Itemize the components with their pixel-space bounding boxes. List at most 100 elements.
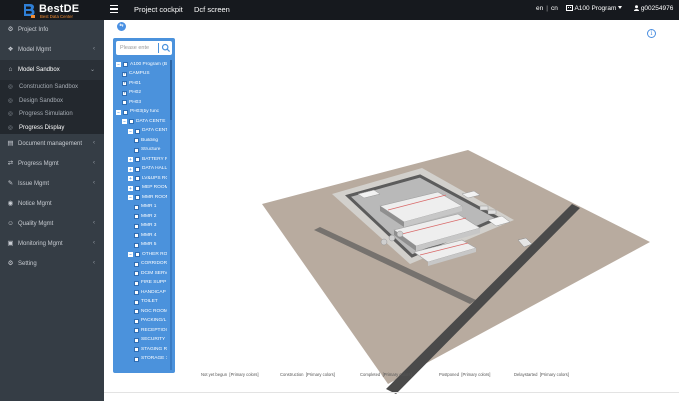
tree-row[interactable]: MMR 4 <box>134 231 167 241</box>
tree-checkbox[interactable] <box>134 138 139 143</box>
tree-checkbox[interactable] <box>135 166 140 172</box>
tree-checkbox[interactable] <box>134 242 139 248</box>
tree-checkbox[interactable] <box>135 185 140 191</box>
tree-checkbox[interactable] <box>134 347 139 352</box>
tree-scrollbar[interactable] <box>170 60 172 370</box>
program-selector[interactable]: A100 Program <box>566 5 623 12</box>
collapse-icon[interactable]: − <box>122 119 127 124</box>
sidebar-item-monitoring-mgmt[interactable]: ▣ Monitoring Mgmt ‹ <box>0 234 104 254</box>
expand-icon[interactable]: + <box>128 166 133 172</box>
tree-row[interactable]: MMR 2 <box>134 212 167 222</box>
sidebar-subitem-progress-display[interactable]: ◎ Progress Display <box>0 120 104 134</box>
tree-scrollbar-thumb[interactable] <box>170 60 172 120</box>
info-icon[interactable]: i <box>647 29 656 38</box>
collapse-icon[interactable]: − <box>116 109 121 115</box>
tree-checkbox[interactable] <box>134 223 139 229</box>
tree-checkbox[interactable] <box>135 195 140 200</box>
sidebar-item-issue-mgmt[interactable]: ✎ Issue Mgmt ‹ <box>0 174 104 194</box>
user-menu[interactable]: g00254976 <box>634 5 673 12</box>
tree-checkbox[interactable] <box>123 109 128 115</box>
lang-cn[interactable]: cn <box>551 5 558 12</box>
tree-row[interactable]: + LV&UPS RO <box>128 174 167 184</box>
tree-row[interactable]: Building <box>134 136 167 146</box>
tree-row[interactable]: STORAGE 1 <box>134 355 167 365</box>
sidebar-item-progress-mgmt[interactable]: ⇄ Progress Mgmt ‹ <box>0 154 104 174</box>
tree-row[interactable]: TOILET <box>134 298 167 308</box>
tree-row[interactable]: + MEP ROOM <box>128 184 167 194</box>
tree-row[interactable]: PH03 <box>122 98 167 108</box>
tree-row[interactable]: CORRIDOR <box>134 260 167 270</box>
collapse-icon[interactable]: − <box>128 195 133 200</box>
tree-row[interactable]: + BATTERY R( <box>128 155 167 165</box>
tree-checkbox[interactable] <box>134 214 139 219</box>
tree-checkbox[interactable] <box>134 280 139 286</box>
sidebar-item-project-info[interactable]: ⚙ Project Info <box>0 20 104 40</box>
expand-icon[interactable]: + <box>128 185 133 191</box>
collapse-icon[interactable]: − <box>128 252 133 257</box>
tree-checkbox[interactable] <box>134 318 139 324</box>
tree-checkbox[interactable] <box>134 290 139 295</box>
tree-checkbox[interactable] <box>134 271 139 276</box>
tree-checkbox[interactable] <box>135 252 140 257</box>
tree-row[interactable]: PH01 <box>122 79 167 89</box>
expand-icon[interactable]: + <box>128 157 133 162</box>
sidebar-subitem-construction-sandbox[interactable]: ◎ Construction Sandbox <box>0 80 104 94</box>
brand-logo[interactable]: BestDE Best Data Center <box>22 2 84 19</box>
tree-toggle-icon[interactable]: ⇆ <box>116 21 127 32</box>
sidebar-item-notice-mgmt[interactable]: ◉ Notice Mgmt <box>0 194 104 214</box>
tree-row[interactable]: − OTHER ROC <box>128 250 167 260</box>
tree-row[interactable]: MMR 1 <box>134 203 167 213</box>
tree-row[interactable]: RECEPTIOI <box>134 326 167 336</box>
tree-checkbox[interactable] <box>135 128 140 134</box>
tree-checkbox[interactable] <box>134 309 139 314</box>
sidebar-item-model-sandbox[interactable]: ⌂ Model Sandbox ⌄ <box>0 60 104 80</box>
tree-row[interactable]: PACKING/L <box>134 317 167 327</box>
tree-checkbox[interactable] <box>122 81 127 86</box>
tree-row[interactable]: PH02 <box>122 89 167 99</box>
tree-row[interactable]: HANDICAP <box>134 288 167 298</box>
tree-row[interactable]: − PH03(by func <box>116 108 167 118</box>
hamburger-menu-icon[interactable] <box>110 5 118 14</box>
tree-row[interactable]: DCIM SERV <box>134 269 167 279</box>
tree-checkbox[interactable] <box>122 100 127 105</box>
tree-checkbox[interactable] <box>129 119 134 124</box>
sidebar-subitem-design-sandbox[interactable]: ◎ Design Sandbox <box>0 93 104 107</box>
tree-row[interactable]: Structure <box>134 146 167 156</box>
tree-checkbox[interactable] <box>135 157 140 162</box>
collapse-icon[interactable]: − <box>116 62 121 67</box>
tree-row[interactable]: − DATA CENTI <box>128 127 167 137</box>
search-icon[interactable] <box>161 43 171 53</box>
tree-checkbox[interactable] <box>135 176 140 181</box>
tree-checkbox[interactable] <box>122 71 127 77</box>
sidebar-subitem-progress-simulation[interactable]: ◎ Progress Simulation <box>0 107 104 121</box>
tree-checkbox[interactable] <box>134 233 139 238</box>
site-3d-model[interactable] <box>262 148 652 398</box>
tree-checkbox[interactable] <box>134 337 139 343</box>
tree-checkbox[interactable] <box>134 328 139 333</box>
tree-row[interactable]: FIRE SUPP <box>134 279 167 289</box>
tree-row[interactable]: − DATA CENTE <box>122 117 167 127</box>
tree-row[interactable]: SECURITY <box>134 336 167 346</box>
tree-row[interactable]: NOC ROOM <box>134 307 167 317</box>
collapse-icon[interactable]: − <box>128 128 133 134</box>
tree-row[interactable]: + DATA HALL <box>128 165 167 175</box>
lang-en[interactable]: en <box>536 5 543 12</box>
tree-checkbox[interactable] <box>134 356 139 362</box>
sidebar-item-setting[interactable]: ⚙ Setting ‹ <box>0 254 104 274</box>
tree-checkbox[interactable] <box>122 90 127 96</box>
tree-checkbox[interactable] <box>134 204 139 210</box>
sidebar-item-model-mgmt[interactable]: ❖ Model Mgmt ‹ <box>0 40 104 60</box>
sidebar-item-document-management[interactable]: ▤ Document management ‹ <box>0 134 104 154</box>
tree-row[interactable]: − A100 Program (BM <box>116 60 167 70</box>
sidebar-item-quality-mgmt[interactable]: ☺ Quality Mgmt ‹ <box>0 214 104 234</box>
topnav-dcf-screen[interactable]: Dcf screen <box>194 5 230 14</box>
expand-icon[interactable]: + <box>128 176 133 181</box>
tree-row[interactable]: STAGING R <box>134 345 167 355</box>
tree-checkbox[interactable] <box>134 261 139 267</box>
tree-row[interactable]: CAMPUS <box>122 70 167 80</box>
tree-checkbox[interactable] <box>134 147 139 153</box>
tree-row[interactable]: − MMR ROOM <box>128 193 167 203</box>
topnav-project-cockpit[interactable]: Project cockpit <box>134 5 183 14</box>
tree-checkbox[interactable] <box>123 62 128 67</box>
tree-checkbox[interactable] <box>134 299 139 305</box>
